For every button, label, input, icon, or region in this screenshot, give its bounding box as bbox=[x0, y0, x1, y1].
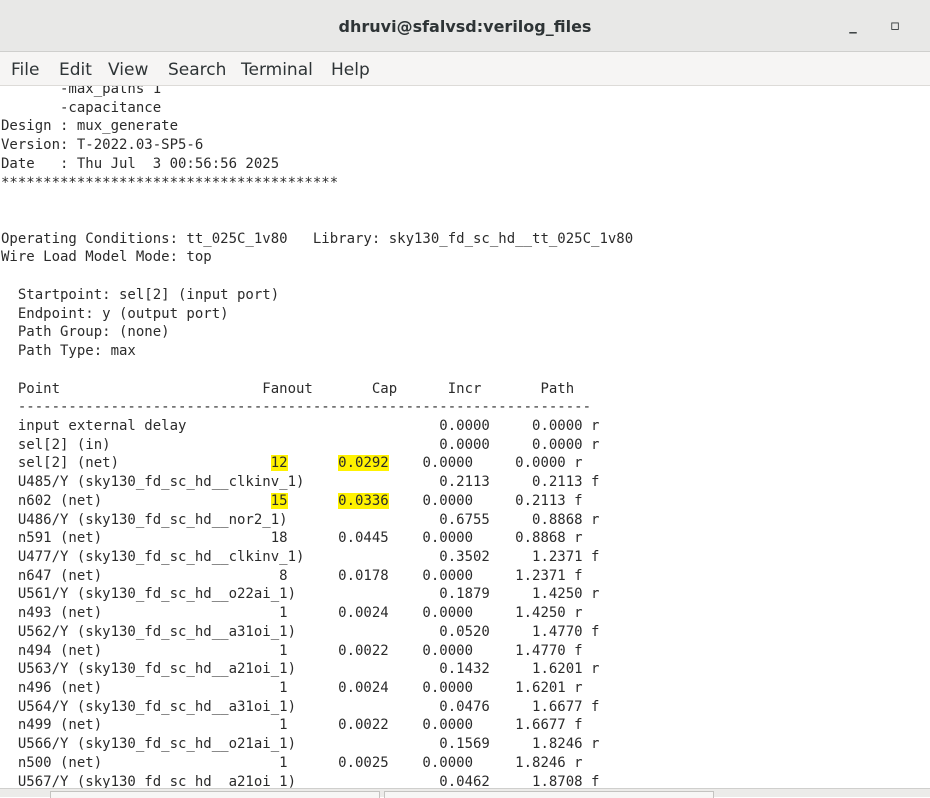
terminal-line: **************************************** bbox=[1, 175, 338, 191]
menu-edit[interactable]: Edit bbox=[59, 60, 92, 80]
terminal-line: n493 (net) 1 0.0024 0.0000 1.4250 r bbox=[1, 605, 583, 621]
highlighted-value: 12 bbox=[270, 455, 288, 472]
terminal-text-segment: Design : mux_generate bbox=[1, 118, 179, 135]
terminal-line: Version: T-2022.03-SP5-6 bbox=[1, 137, 203, 153]
terminal-text-segment: U564/Y (sky130_fd_sc_hd__a31oi_1) 0.0476… bbox=[1, 698, 600, 715]
terminal-line: U566/Y (sky130_fd_sc_hd__o21ai_1) 0.1569… bbox=[1, 736, 600, 753]
terminal-line: U564/Y (sky130_fd_sc_hd__a31oi_1) 0.0476… bbox=[1, 698, 600, 715]
terminal-text-segment: 0.0000 0.2113 f bbox=[388, 492, 583, 509]
terminal-text-segment: Version: T-2022.03-SP5-6 bbox=[1, 137, 204, 154]
terminal-line: n591 (net) 18 0.0445 0.0000 0.8868 r bbox=[1, 530, 583, 546]
terminal-line: U485/Y (sky130_fd_sc_hd__clkinv_1) 0.211… bbox=[1, 474, 600, 491]
terminal-line: Path Type: max bbox=[1, 343, 136, 359]
terminal-text-segment: n493 (net) 1 0.0024 0.0000 1.4250 r bbox=[1, 605, 583, 622]
terminal-line: sel[2] (net) 12 0.0292 0.0000 0.0000 r bbox=[1, 455, 583, 472]
terminal-line: Design : mux_generate bbox=[1, 118, 178, 134]
tab-strip bbox=[0, 788, 930, 798]
terminal-line: n602 (net) 15 0.0336 0.0000 0.2113 f bbox=[1, 492, 583, 509]
terminal-text-segment: Path Group: (none) bbox=[1, 324, 170, 341]
terminal-line: U477/Y (sky130_fd_sc_hd__clkinv_1) 0.350… bbox=[1, 548, 600, 565]
terminal-line: U486/Y (sky130_fd_sc_hd__nor2_1) 0.6755 … bbox=[1, 511, 600, 528]
terminal-line: -max_paths 1 bbox=[1, 86, 161, 97]
terminal-text-segment: ----------------------------------------… bbox=[1, 399, 592, 416]
terminal-text-segment: n500 (net) 1 0.0025 0.0000 1.8246 r bbox=[1, 754, 583, 771]
terminal-text-segment: Point Fanout Cap Incr Path bbox=[1, 380, 575, 397]
terminal-text-segment: -capacitance bbox=[1, 99, 162, 116]
terminal-text-segment: n499 (net) 1 0.0022 0.0000 1.6677 f bbox=[1, 717, 583, 734]
highlighted-value: 0.0336 bbox=[338, 492, 389, 509]
terminal-line: Endpoint: y (output port) bbox=[1, 306, 229, 322]
terminal-line: n496 (net) 1 0.0024 0.0000 1.6201 r bbox=[1, 680, 583, 696]
terminal-line: U563/Y (sky130_fd_sc_hd__a21oi_1) 0.1432… bbox=[1, 661, 600, 678]
maximize-button[interactable]: ▫ bbox=[884, 14, 906, 36]
terminal-text-segment: n647 (net) 8 0.0178 0.0000 1.2371 f bbox=[1, 567, 583, 584]
highlighted-value: 15 bbox=[270, 492, 288, 509]
menu-view[interactable]: View bbox=[108, 60, 148, 80]
terminal-line: Point Fanout Cap Incr Path bbox=[1, 381, 574, 397]
terminal-line: Path Group: (none) bbox=[1, 324, 170, 340]
terminal-text-segment: sel[2] (net) bbox=[1, 455, 271, 472]
terminal-text-segment: U477/Y (sky130_fd_sc_hd__clkinv_1) 0.350… bbox=[1, 548, 600, 565]
terminal-line: Wire Load Model Mode: top bbox=[1, 249, 212, 265]
menu-search[interactable]: Search bbox=[168, 60, 226, 80]
menu-file[interactable]: File bbox=[11, 60, 39, 80]
terminal-text-segment: -max_paths 1 bbox=[1, 86, 162, 97]
window-title: dhruvi@sfalvsd:verilog_files bbox=[338, 17, 592, 36]
terminal-line: Date : Thu Jul 3 00:56:56 2025 bbox=[1, 156, 279, 172]
terminal-line: -capacitance bbox=[1, 100, 161, 116]
terminal-text-segment: **************************************** bbox=[1, 174, 339, 191]
terminal-text-segment: U486/Y (sky130_fd_sc_hd__nor2_1) 0.6755 … bbox=[1, 511, 600, 528]
terminal-text-segment: 0.0000 0.0000 r bbox=[388, 455, 583, 472]
terminal-text-segment: Wire Load Model Mode: top bbox=[1, 249, 212, 266]
terminal-text-segment: Startpoint: sel[2] (input port) bbox=[1, 286, 280, 303]
terminal-text-segment: input external delay 0.0000 0.0000 r bbox=[1, 417, 600, 434]
terminal-line: Startpoint: sel[2] (input port) bbox=[1, 287, 279, 303]
terminal-text-segment: U567/Y (sky130_fd_sc_hd__a21oi_1) 0.0462… bbox=[1, 773, 600, 788]
terminal-text-segment: n494 (net) 1 0.0022 0.0000 1.4770 f bbox=[1, 642, 583, 659]
terminal-text-segment: n602 (net) bbox=[1, 492, 271, 509]
highlighted-value: 0.0292 bbox=[338, 455, 389, 472]
terminal-text-segment: Endpoint: y (output port) bbox=[1, 305, 229, 322]
terminal-text-segment: n496 (net) 1 0.0024 0.0000 1.6201 r bbox=[1, 680, 583, 696]
terminal-text-segment: sel[2] (in) 0.0000 0.0000 r bbox=[1, 436, 600, 453]
terminal-text-segment: U561/Y (sky130_fd_sc_hd__o22ai_1) 0.1879… bbox=[1, 586, 600, 603]
terminal-line: U562/Y (sky130_fd_sc_hd__a31oi_1) 0.0520… bbox=[1, 623, 600, 640]
terminal-text-segment: U485/Y (sky130_fd_sc_hd__clkinv_1) 0.211… bbox=[1, 474, 600, 491]
terminal-text-segment: n591 (net) 18 0.0445 0.0000 0.8868 r bbox=[1, 530, 583, 547]
terminal-line: U561/Y (sky130_fd_sc_hd__o22ai_1) 0.1879… bbox=[1, 586, 600, 603]
terminal-line: n647 (net) 8 0.0178 0.0000 1.2371 f bbox=[1, 568, 583, 584]
terminal-text: -max_paths 1 -capacitance Design : mux_g… bbox=[1, 86, 633, 788]
menu-terminal[interactable]: Terminal bbox=[241, 60, 313, 80]
terminal-text-segment: Date : Thu Jul 3 00:56:56 2025 bbox=[1, 155, 280, 172]
terminal-line: Operating Conditions: tt_025C_1v80 Libra… bbox=[1, 231, 633, 247]
terminal-text-segment: U562/Y (sky130_fd_sc_hd__a31oi_1) 0.0520… bbox=[1, 623, 600, 640]
terminal-line: n499 (net) 1 0.0022 0.0000 1.6677 f bbox=[1, 717, 583, 733]
terminal-line: U567/Y (sky130_fd_sc_hd__a21oi_1) 0.0462… bbox=[1, 773, 600, 788]
terminal-text-segment: Operating Conditions: tt_025C_1v80 Libra… bbox=[1, 230, 634, 247]
terminal-text-segment: U566/Y (sky130_fd_sc_hd__o21ai_1) 0.1569… bbox=[1, 736, 600, 753]
window-titlebar: dhruvi@sfalvsd:verilog_files _ ▫ bbox=[0, 0, 930, 52]
terminal-output[interactable]: -max_paths 1 -capacitance Design : mux_g… bbox=[0, 86, 930, 788]
menu-help[interactable]: Help bbox=[331, 60, 370, 80]
menu-bar: File Edit View Search Terminal Help bbox=[0, 52, 930, 86]
terminal-text-segment: U563/Y (sky130_fd_sc_hd__a21oi_1) 0.1432… bbox=[1, 661, 600, 678]
terminal-text-segment: Path Type: max bbox=[1, 343, 136, 360]
terminal-line: input external delay 0.0000 0.0000 r bbox=[1, 417, 600, 434]
terminal-line: sel[2] (in) 0.0000 0.0000 r bbox=[1, 436, 600, 453]
terminal-line: n500 (net) 1 0.0025 0.0000 1.8246 r bbox=[1, 755, 583, 771]
minimize-button[interactable]: _ bbox=[842, 14, 864, 36]
terminal-line: n494 (net) 1 0.0022 0.0000 1.4770 f bbox=[1, 643, 583, 659]
terminal-line: ----------------------------------------… bbox=[1, 399, 591, 415]
